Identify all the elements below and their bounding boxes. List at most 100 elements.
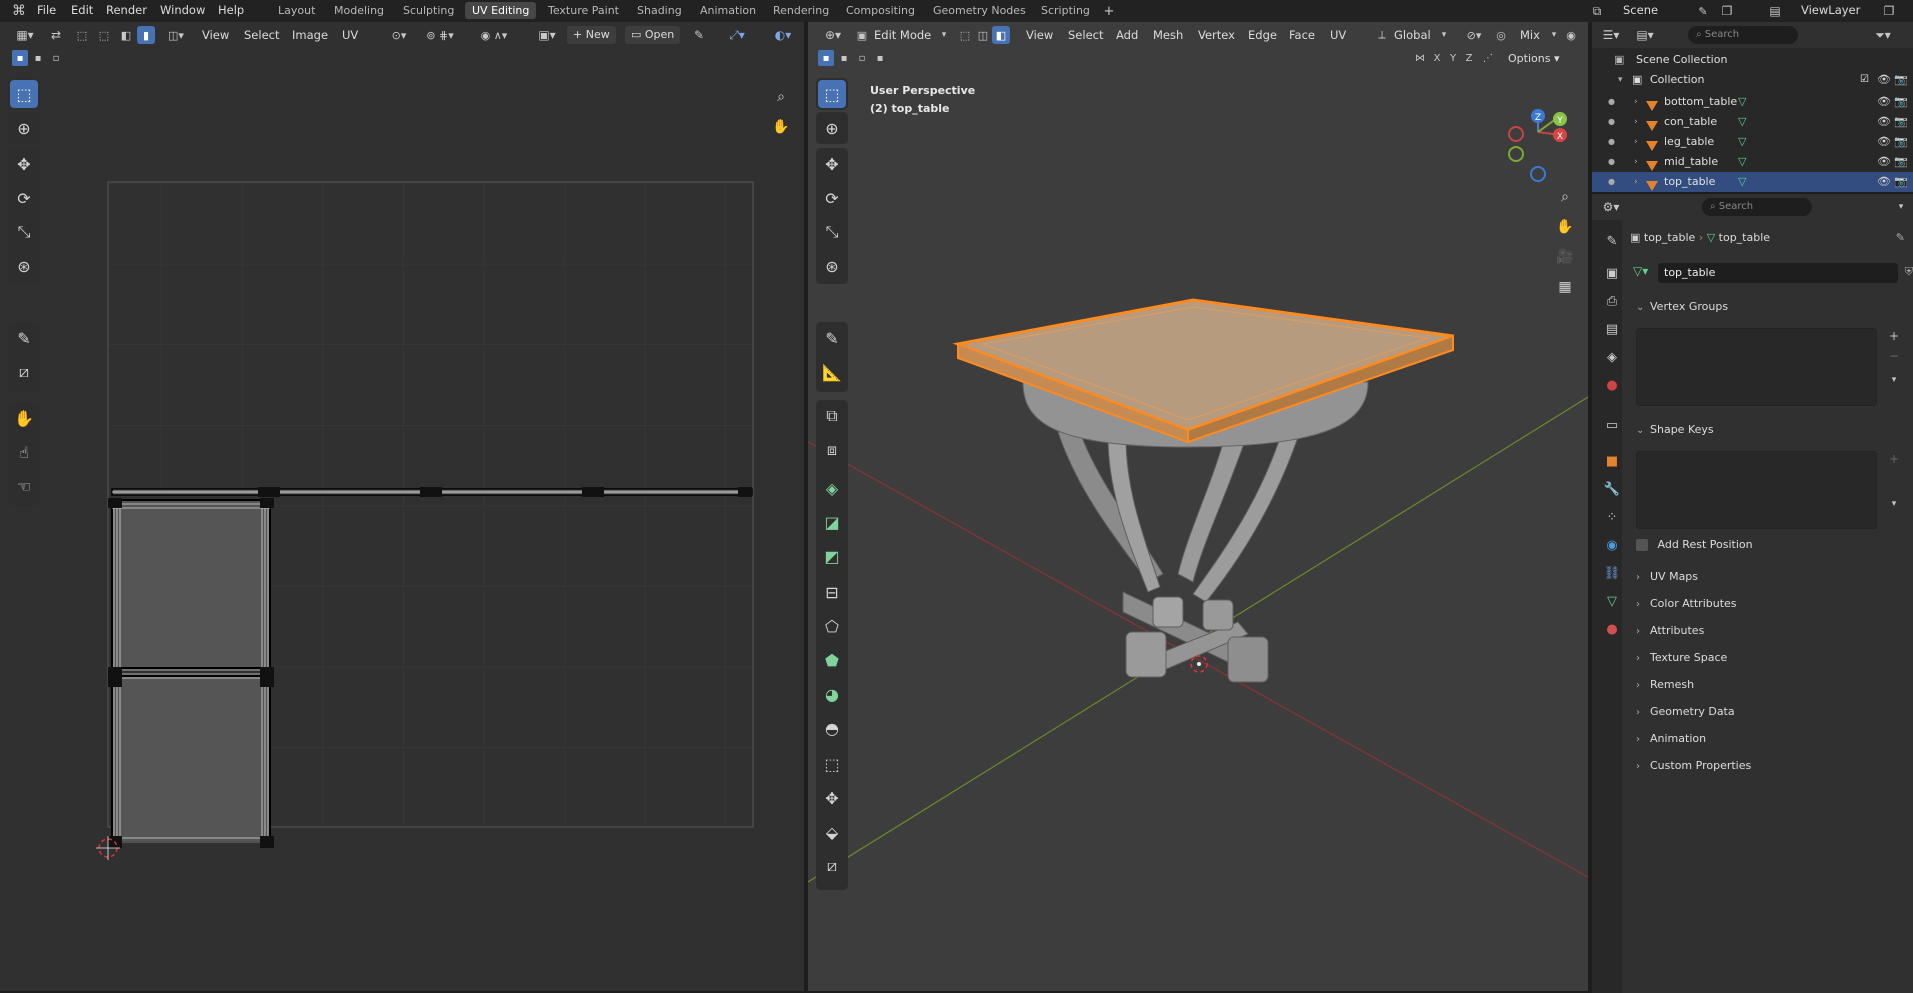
menu-help[interactable]: Help — [213, 0, 249, 20]
add-vertex-group-icon[interactable]: + — [1886, 328, 1902, 344]
panel-animation[interactable]: › Animation — [1636, 728, 1909, 750]
edit-mode-icon[interactable]: ▣ — [854, 26, 870, 44]
vp-transform-tool[interactable]: ⊛ — [818, 252, 846, 280]
material-tab-icon[interactable]: ● — [1600, 618, 1624, 640]
outliner-object-row[interactable]: ● › con_table ▽ 👁 📷 — [1592, 112, 1913, 132]
shape-keys-list[interactable] — [1636, 451, 1877, 529]
inset-tool[interactable]: ◈ — [818, 474, 846, 502]
uv-canvas[interactable] — [0, 22, 804, 991]
vp-scale-tool[interactable]: ⤡ — [818, 218, 846, 246]
add-shape-key-icon[interactable]: + — [1886, 451, 1902, 467]
world-tab-icon[interactable]: ● — [1600, 374, 1624, 396]
modifier-tab-icon[interactable]: 🔧 — [1600, 478, 1624, 500]
expand-arrow-icon[interactable]: › — [1634, 92, 1638, 112]
tab-scripting[interactable]: Scripting — [1034, 2, 1097, 19]
tab-texture-paint[interactable]: Texture Paint — [541, 2, 626, 19]
tab-uv-editing[interactable]: UV Editing — [465, 2, 537, 19]
mesh-name-field[interactable]: top_table — [1658, 263, 1898, 283]
filter-icon[interactable]: ⏷▾ — [1870, 26, 1896, 44]
shear-tool[interactable]: ✥ — [818, 784, 846, 812]
viewport-select-invert-icon[interactable]: ▪ — [872, 50, 888, 66]
visibility-icon[interactable]: 👁 — [1877, 152, 1891, 172]
vp-select-box-tool[interactable]: ⬚ — [818, 80, 846, 108]
new-scene-icon[interactable]: ❐ — [1718, 2, 1736, 20]
vp-measure-tool[interactable]: 📐 — [818, 358, 846, 386]
rip-edge-tool[interactable]: ⧄ — [818, 852, 846, 880]
shape-keys-panel[interactable]: ⌄ Shape Keys — [1636, 419, 1909, 441]
scene-tab-icon[interactable]: ◈ — [1600, 346, 1624, 368]
particles-tab-icon[interactable]: ⁘ — [1600, 506, 1624, 528]
viewport-select-subtract-icon[interactable]: ▫ — [854, 50, 870, 66]
viewport-menu-face[interactable]: Face — [1289, 24, 1315, 46]
outliner-object-row[interactable]: ● › top_table ▽ 👁 📷 — [1592, 172, 1913, 192]
snap-toggle-icon[interactable]: ⊘▾ — [1460, 26, 1488, 44]
vp-annotate-tool[interactable]: ✎ — [818, 324, 846, 352]
collection-tab-icon[interactable]: ▭ — [1600, 414, 1624, 436]
orientation-icon[interactable]: ⟂ — [1374, 26, 1390, 44]
proportional-toggle-icon[interactable]: ◎ — [1492, 26, 1510, 44]
pin-scene-icon[interactable]: ✎ — [1694, 2, 1712, 20]
viewport-menu-vertex[interactable]: Vertex — [1198, 24, 1235, 46]
tab-modeling[interactable]: Modeling — [327, 2, 391, 19]
mode-selector[interactable]: Edit Mode — [874, 24, 931, 46]
menu-file[interactable]: File — [32, 0, 61, 20]
visibility-icon[interactable]: 👁 — [1877, 70, 1891, 90]
expand-arrow-icon[interactable]: › — [1634, 172, 1638, 192]
scene-name[interactable]: Scene — [1618, 0, 1663, 20]
transform-orientation[interactable]: Global — [1394, 24, 1431, 46]
tab-compositing[interactable]: Compositing — [839, 2, 922, 19]
checkbox-icon[interactable]: ☑ — [1860, 70, 1869, 90]
properties-type-icon[interactable]: ⚙▾ — [1598, 198, 1624, 216]
menu-edit[interactable]: Edit — [66, 0, 98, 20]
edge-slide-tool[interactable]: ◓ — [818, 714, 846, 742]
add-cube-tool[interactable]: ⧉ — [818, 402, 846, 430]
tab-geometry-nodes[interactable]: Geometry Nodes — [926, 2, 1033, 19]
tab-rendering[interactable]: Rendering — [766, 2, 836, 19]
tab-shading[interactable]: Shading — [630, 2, 689, 19]
edge-mode-icon[interactable]: ◫ — [974, 26, 992, 44]
ortho-toggle-icon[interactable]: ▦ — [1554, 276, 1576, 298]
viewport-select-extend-icon[interactable]: ▪ — [836, 50, 852, 66]
navigation-gizmo[interactable]: Z X Y — [1498, 82, 1578, 182]
view-layer-icon[interactable]: ▤ — [1766, 2, 1784, 20]
viewport-editor-type-icon[interactable]: ⊕▾ — [820, 26, 846, 44]
render-camera-icon[interactable]: 📷 — [1894, 172, 1908, 192]
render-camera-icon[interactable]: 📷 — [1894, 70, 1908, 90]
menu-render[interactable]: Render — [101, 0, 152, 20]
tab-layout[interactable]: Layout — [271, 2, 322, 19]
visibility-icon[interactable]: 👁 — [1877, 172, 1891, 192]
viewport-menu-uv[interactable]: UV — [1330, 24, 1346, 46]
render-camera-icon[interactable]: 📷 — [1894, 152, 1908, 172]
outliner-object-row[interactable]: ● › mid_table ▽ 👁 📷 — [1592, 152, 1913, 172]
viewport-menu-edge[interactable]: Edge — [1248, 24, 1277, 46]
camera-view-icon[interactable]: 🎥 — [1554, 246, 1576, 268]
visibility-icon[interactable]: 👁 — [1877, 112, 1891, 132]
fake-user-icon[interactable]: ⛨ — [1905, 265, 1913, 279]
expand-arrow-icon[interactable]: › — [1634, 132, 1638, 152]
spin-tool[interactable]: ⬟ — [818, 646, 846, 674]
mirror-x[interactable]: X — [1430, 50, 1444, 66]
outliner-object-row[interactable]: ● › leg_table ▽ 👁 📷 — [1592, 132, 1913, 152]
visibility-icon[interactable]: 👁 — [1877, 132, 1891, 152]
mirror-z[interactable]: Z — [1462, 50, 1476, 66]
poly-build-tool[interactable]: ⬠ — [818, 612, 846, 640]
physics-tab-icon[interactable]: ◉ — [1600, 534, 1624, 556]
panel-texture-space[interactable]: › Texture Space — [1636, 647, 1909, 669]
mesh-browse-icon[interactable]: ▽▾ — [1633, 264, 1648, 278]
smooth-tool[interactable]: ◕ — [818, 680, 846, 708]
visibility-icon[interactable]: 👁 — [1877, 92, 1891, 112]
rip-region-tool[interactable]: ⬙ — [818, 818, 846, 846]
outliner-scene-collection[interactable]: ▣ Scene Collection — [1592, 50, 1913, 70]
render-tab-icon[interactable]: ▣ — [1600, 262, 1624, 284]
blender-logo-icon[interactable]: ⌘ — [10, 2, 28, 20]
panel-custom-properties[interactable]: › Custom Properties — [1636, 755, 1909, 777]
view-layer-name[interactable]: ViewLayer — [1796, 0, 1865, 20]
vp-zoom-icon[interactable]: ⌕ — [1554, 186, 1576, 208]
outliner[interactable]: ☰▾ ▤▾ ⌕ Search ⏷▾ ▣ Scene Collection ▾ ▣… — [1592, 22, 1913, 192]
blend-mode[interactable]: Mix — [1520, 24, 1540, 46]
add-rest-position-checkbox[interactable]: Add Rest Position — [1636, 535, 1896, 555]
view-layer-tab-icon[interactable]: ▤ — [1600, 318, 1624, 340]
expand-arrow-icon[interactable]: › — [1634, 152, 1638, 172]
menu-window[interactable]: Window — [155, 0, 210, 20]
viewport-menu-add[interactable]: Add — [1116, 24, 1138, 46]
